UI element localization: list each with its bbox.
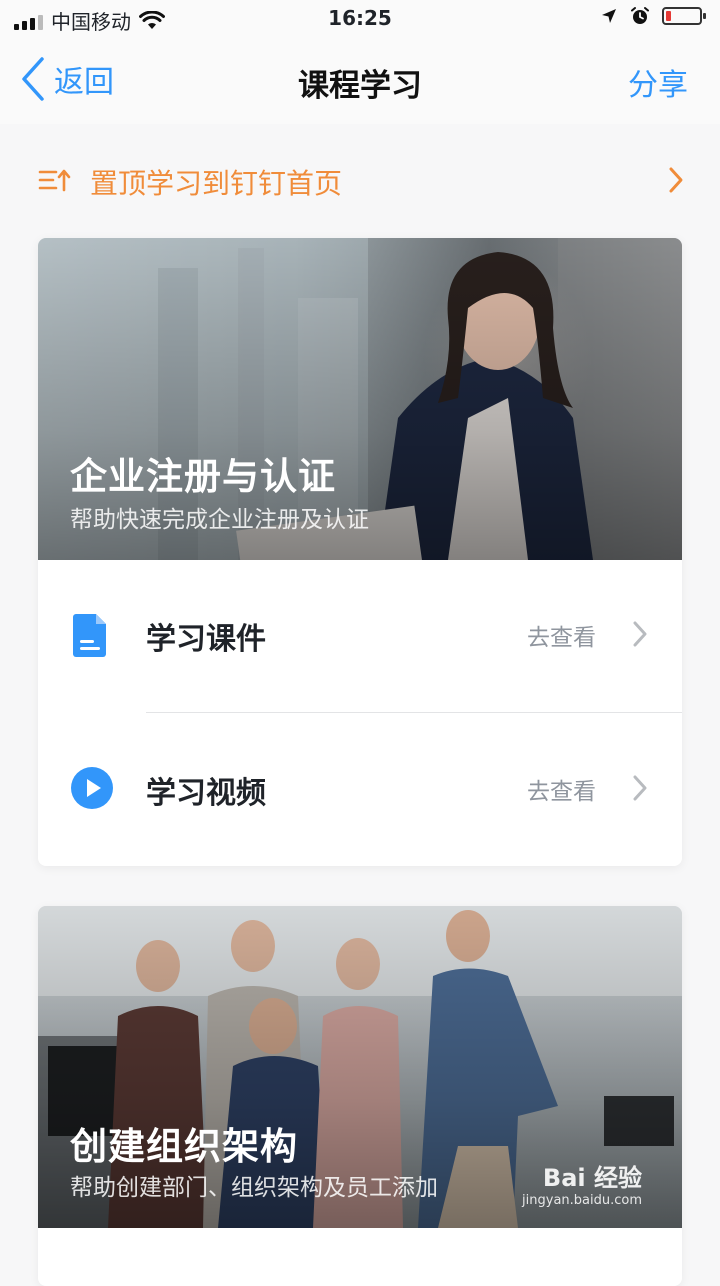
watermark-url: jingyan.baidu.com (522, 1193, 642, 1208)
view-link: 去查看 (527, 625, 596, 651)
course-subtitle: 帮助快速完成企业注册及认证 (70, 507, 369, 533)
alarm-icon (631, 7, 649, 24)
watermark-brand: Bai 经验 (542, 1164, 642, 1192)
share-button[interactable]: 分享 (628, 60, 688, 104)
pin-top-icon (38, 169, 71, 192)
video-row[interactable]: 学习视频 去查看 (38, 714, 682, 866)
status-bar: 中国移动 16:25 (0, 0, 720, 40)
chevron-right-icon (669, 167, 683, 193)
course-card: 创建组织架构 帮助创建部门、组织架构及员工添加 Bai 经验 jingyan.b… (38, 906, 682, 1286)
nav-bar: 返回 课程学习 分享 (0, 40, 720, 124)
battery-level (666, 11, 671, 21)
divider (146, 712, 682, 713)
course-title: 创建组织架构 (70, 1125, 298, 1168)
courseware-row[interactable]: 学习课件 去查看 (38, 560, 682, 712)
course-banner[interactable]: 企业注册与认证 帮助快速完成企业注册及认证 (38, 238, 682, 560)
pin-to-home-label: 置顶学习到钉钉首页 (90, 167, 343, 200)
course-title: 企业注册与认证 (70, 455, 336, 498)
status-right (600, 6, 706, 26)
chevron-right-icon (633, 775, 647, 801)
location-arrow-icon (602, 9, 616, 23)
chevron-right-icon (633, 621, 647, 647)
pin-to-home-row[interactable]: 置顶学习到钉钉首页 (0, 124, 720, 236)
course-subtitle: 帮助创建部门、组织架构及员工添加 (70, 1175, 438, 1201)
page-title: 课程学习 (298, 68, 422, 104)
battery-icon (662, 7, 706, 25)
course-banner[interactable]: 创建组织架构 帮助创建部门、组织架构及员工添加 Bai 经验 jingyan.b… (38, 906, 682, 1228)
course-card: 企业注册与认证 帮助快速完成企业注册及认证 学习课件 去查看 学习视频 去查看 (38, 238, 682, 866)
view-link: 去查看 (527, 779, 596, 805)
watermark: Bai 经验 jingyan.baidu.com (522, 1158, 642, 1208)
document-icon (73, 614, 106, 657)
row-label: 学习课件 (146, 622, 266, 657)
row-label: 学习视频 (146, 776, 266, 811)
play-icon (71, 767, 113, 809)
